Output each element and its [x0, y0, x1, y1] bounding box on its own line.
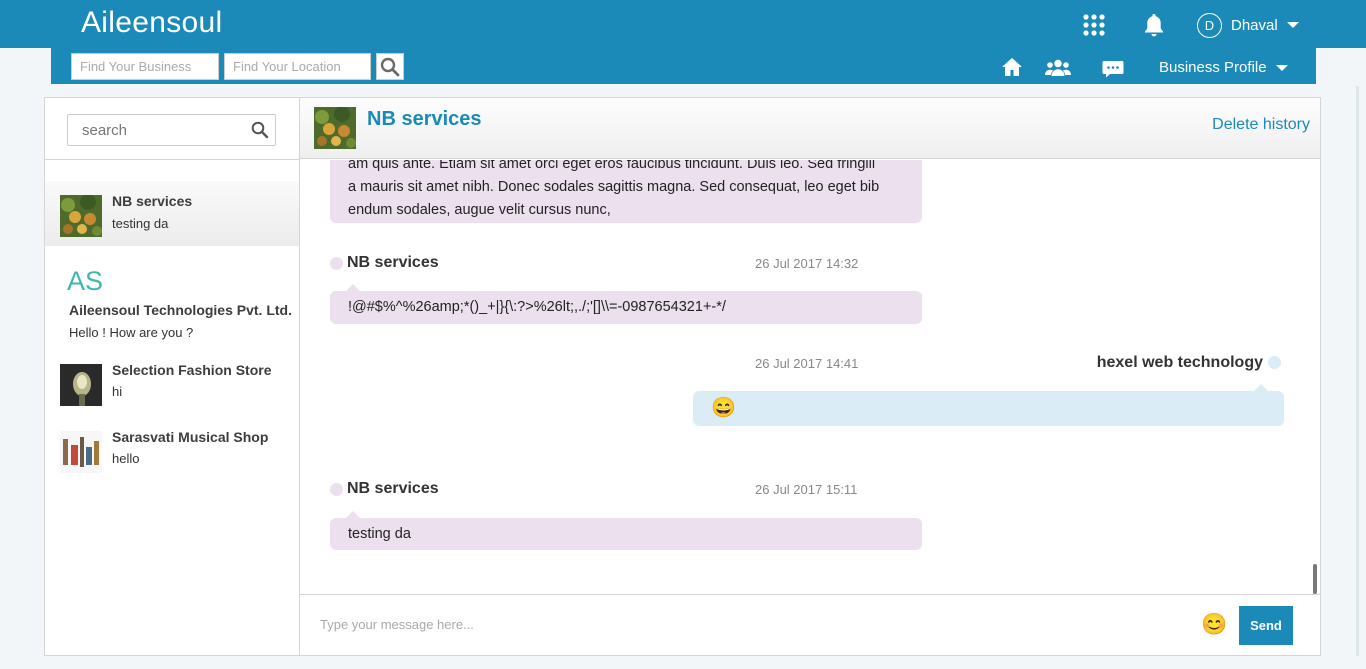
message-line: endum sodales, augue velit cursus nunc, [348, 202, 611, 218]
user-menu[interactable]: D Dhaval [1197, 12, 1299, 38]
divider [45, 159, 299, 160]
message-composer: 😊 Send [300, 594, 1320, 655]
business-profile-menu[interactable]: Business Profile [1159, 59, 1288, 76]
contact-name: Aileensoul Technologies Pvt. Ltd. [69, 302, 292, 318]
message-time: 26 Jul 2017 14:41 [755, 356, 859, 371]
message-bubble: 😄 [693, 384, 1284, 426]
contact-last-message: hi [112, 384, 123, 399]
contact-last-message: hello [112, 451, 140, 466]
contact-avatar [60, 364, 102, 406]
emoji-picker-icon[interactable]: 😊 [1201, 613, 1227, 637]
avatar: D [1197, 12, 1222, 38]
message-time: 26 Jul 2017 15:11 [755, 482, 858, 497]
message-list: am quis ante. Etiam sit amet orci eget e… [300, 160, 1320, 594]
message-text: !@#$%^%26amp;*()_+|}{\:?>%26lt;,./;'[]\\… [348, 299, 726, 315]
user-name: Dhaval [1231, 16, 1278, 34]
message-input[interactable] [320, 609, 1190, 639]
home-icon[interactable] [1001, 57, 1023, 77]
page-scrollbar[interactable] [1356, 86, 1359, 656]
bubble-tail [346, 284, 360, 291]
message-scrollbar[interactable] [1313, 564, 1317, 594]
contact-last-message: testing da [112, 216, 169, 231]
chat-header: NB services Delete history [300, 98, 1320, 159]
messages-panel: NB services testing da AS Aileensoul Tec… [44, 97, 1321, 656]
contact-item-nb-services[interactable]: NB services testing da [45, 181, 299, 246]
message-line: a mauris sit amet nibh. Donec sodales sa… [348, 179, 880, 195]
contact-name: NB services [112, 193, 193, 209]
contact-item-selection-fashion[interactable]: Selection Fashion Store hi [45, 354, 299, 414]
message-sender: hexel web technology [1096, 354, 1263, 371]
caret-down-icon [1275, 64, 1288, 71]
message-sender: NB services [347, 480, 439, 497]
emoji-icon: 😄 [711, 397, 736, 419]
delete-history-link[interactable]: Delete history [1212, 116, 1310, 134]
contact-item-sarasvati-musical[interactable]: Sarasvati Musical Shop hello [45, 421, 299, 481]
message-time: 26 Jul 2017 14:32 [755, 256, 859, 271]
find-location-input[interactable] [224, 53, 371, 80]
sender-dot [330, 257, 343, 270]
contact-search-input[interactable] [68, 115, 248, 145]
contact-logo: AS [67, 266, 104, 296]
message-bubble: am quis ante. Etiam sit amet orci eget e… [330, 160, 922, 223]
contact-avatar [60, 431, 102, 473]
find-business-input[interactable] [71, 53, 219, 80]
business-profile-label: Business Profile [1159, 59, 1267, 76]
chat-title: NB services [367, 108, 482, 130]
search-icon [380, 57, 400, 76]
contact-item-aileensoul[interactable]: AS Aileensoul Technologies Pvt. Ltd. Hel… [45, 258, 299, 343]
send-button[interactable]: Send [1239, 606, 1293, 645]
chat-icon[interactable] [1102, 60, 1124, 78]
message-bubble: !@#$%^%26amp;*()_+|}{\:?>%26lt;,./;'[]\\… [330, 284, 922, 324]
message-sender: NB services [347, 254, 439, 271]
bell-icon[interactable] [1142, 12, 1166, 38]
message-text: testing da [348, 526, 411, 542]
caret-down-icon [1286, 22, 1299, 28]
contact-avatar [60, 195, 102, 237]
search-icon[interactable] [251, 121, 269, 139]
contact-name: Sarasvati Musical Shop [112, 429, 269, 445]
contact-last-message: Hello ! How are you ? [69, 325, 194, 340]
message-bubble: testing da [330, 511, 922, 550]
brand-logo[interactable]: Aileensoul [81, 6, 222, 40]
contact-name: Selection Fashion Store [112, 362, 272, 378]
bubble-tail [346, 511, 360, 518]
top-bar: Aileensoul D Dhaval [0, 0, 1366, 48]
apps-grid-icon[interactable] [1083, 14, 1105, 36]
search-button[interactable] [376, 53, 404, 80]
people-icon[interactable] [1045, 59, 1071, 76]
bubble-tail [1254, 384, 1268, 391]
contact-search [67, 114, 276, 146]
chat-avatar [314, 107, 356, 149]
sender-dot [330, 483, 343, 496]
sub-nav-bar: Business Profile [51, 48, 1316, 84]
sender-dot [1268, 356, 1281, 369]
message-line: am quis ante. Etiam sit amet orci eget e… [348, 160, 876, 172]
contacts-sidebar: NB services testing da AS Aileensoul Tec… [45, 98, 300, 655]
